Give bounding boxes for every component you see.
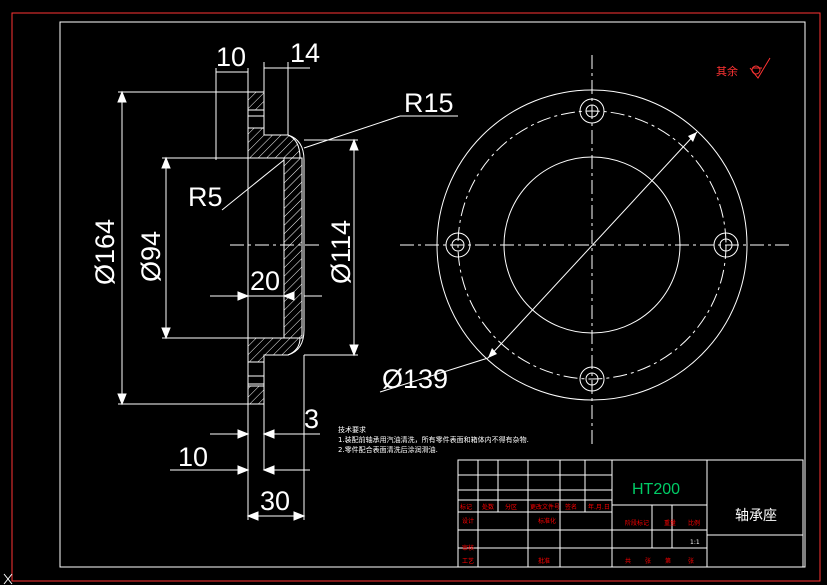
roughness-circle-icon <box>751 65 761 75</box>
tb-sheet-no: 第 <box>665 557 671 565</box>
tb-approve: 批准 <box>538 557 550 565</box>
tb-design: 设计 <box>462 517 474 525</box>
tb-mark: 标记 <box>460 503 472 511</box>
surface-note: 其余 <box>716 64 738 78</box>
tb-date: 年.月.日 <box>588 503 610 511</box>
dim-3: 3 <box>304 404 319 434</box>
dim-dia114: Ø114 <box>326 220 356 284</box>
section-hatching <box>247 91 303 405</box>
tb-zone: 分区 <box>505 503 517 511</box>
dim-dia164: Ø164 <box>90 219 120 285</box>
tech-line2: 2.零件配合表面清洗后涂润滑油. <box>338 445 438 454</box>
tb-review: 审核 <box>462 544 474 552</box>
tb-change-doc: 更改文件号 <box>530 503 560 511</box>
tb-ratio: 比例 <box>688 519 700 527</box>
tb-sign: 签名 <box>565 503 577 511</box>
dim-10-bottom: 10 <box>178 442 208 472</box>
ucs-icon <box>3 573 13 585</box>
tb-material: HT200 <box>632 481 680 498</box>
tb-count: 处数 <box>482 503 494 511</box>
dim-dia139: Ø139 <box>382 364 448 394</box>
tb-process: 工艺 <box>462 557 474 565</box>
dim-r15: R15 <box>404 88 454 118</box>
dim-14-top: 14 <box>290 38 320 68</box>
tech-title: 技术要求 <box>338 425 366 434</box>
dim-dia94: Ø94 <box>136 231 166 282</box>
tb-sheets: 共 <box>625 557 631 565</box>
tech-line1: 1.装配前轴承用汽油清洗，所有零件表面和箱体内不得有杂物. <box>338 435 529 444</box>
tb-sheet-unit: 张 <box>688 557 694 565</box>
tb-sheet-of: 张 <box>645 557 651 565</box>
tb-part-name: 轴承座 <box>735 508 777 524</box>
tb-standardize: 标准化 <box>538 517 556 525</box>
tb-weight: 重量 <box>664 519 676 527</box>
dim-r5: R5 <box>188 182 223 212</box>
tb-stage: 阶段标记 <box>625 519 649 527</box>
cad-drawing: 10 14 R15 R5 Ø164 Ø94 Ø114 20 3 10 30 Ø1… <box>3 12 821 585</box>
dim-20: 20 <box>250 266 280 296</box>
dim-30: 30 <box>260 486 290 516</box>
tb-scale: 1:1 <box>690 539 700 546</box>
dim-10-top: 10 <box>216 42 246 72</box>
